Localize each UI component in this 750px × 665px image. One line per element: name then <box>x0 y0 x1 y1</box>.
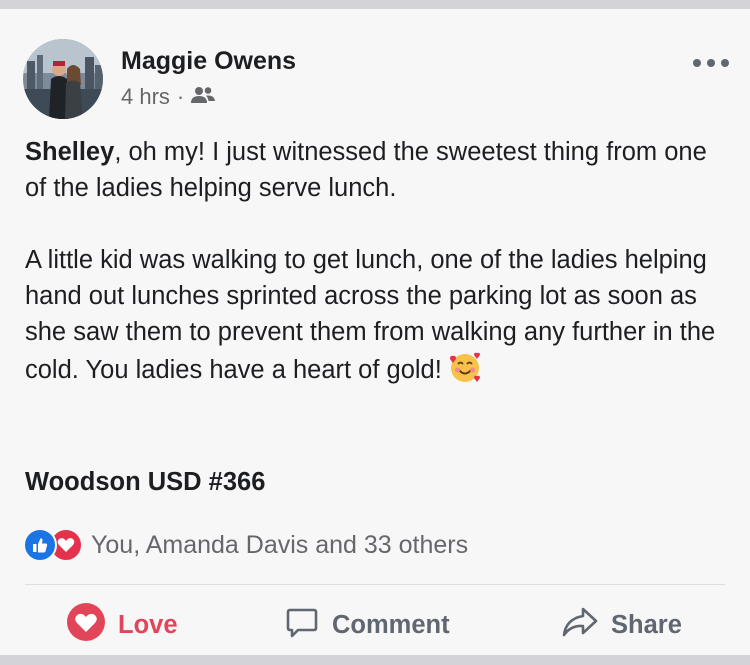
post-paragraph-1-text: , oh my! I just witnessed the sweetest t… <box>25 138 707 202</box>
reaction-text[interactable]: You, Amanda Davis and 33 others <box>91 531 468 560</box>
smiling-face-with-hearts-icon <box>448 350 482 394</box>
post-meta: 4 hrs · <box>121 84 216 110</box>
friends-icon <box>191 84 216 110</box>
comment-icon <box>284 604 320 647</box>
divider <box>25 584 725 585</box>
post-text: Shelley, oh my! I just witnessed the swe… <box>25 134 725 394</box>
share-label: Share <box>611 610 682 639</box>
post-time[interactable]: 4 hrs <box>121 84 170 110</box>
love-label: Love <box>118 610 178 639</box>
more-options-icon[interactable] <box>693 53 729 73</box>
mention-link[interactable]: Shelley <box>25 138 114 166</box>
like-icon <box>23 528 57 562</box>
post-card: Maggie Owens 4 hrs · Shelley, oh my! I j… <box>0 9 750 655</box>
meta-separator: · <box>176 84 185 109</box>
post-paragraph-1: Shelley, oh my! I just witnessed the swe… <box>25 134 725 206</box>
page-tag[interactable]: Woodson USD #366 <box>25 468 265 497</box>
reaction-summary[interactable]: You, Amanda Davis and 33 others <box>23 528 468 562</box>
post-paragraph-2: A little kid was walking to get lunch, o… <box>25 242 725 394</box>
share-icon <box>561 605 599 646</box>
comment-label: Comment <box>332 610 450 639</box>
share-button[interactable]: Share <box>561 602 682 648</box>
love-icon <box>66 602 106 649</box>
love-button[interactable]: Love <box>66 602 178 648</box>
avatar[interactable] <box>23 39 103 119</box>
comment-button[interactable]: Comment <box>284 602 450 648</box>
author-name[interactable]: Maggie Owens <box>121 47 296 76</box>
post-paragraph-2-text: A little kid was walking to get lunch, o… <box>25 246 716 384</box>
